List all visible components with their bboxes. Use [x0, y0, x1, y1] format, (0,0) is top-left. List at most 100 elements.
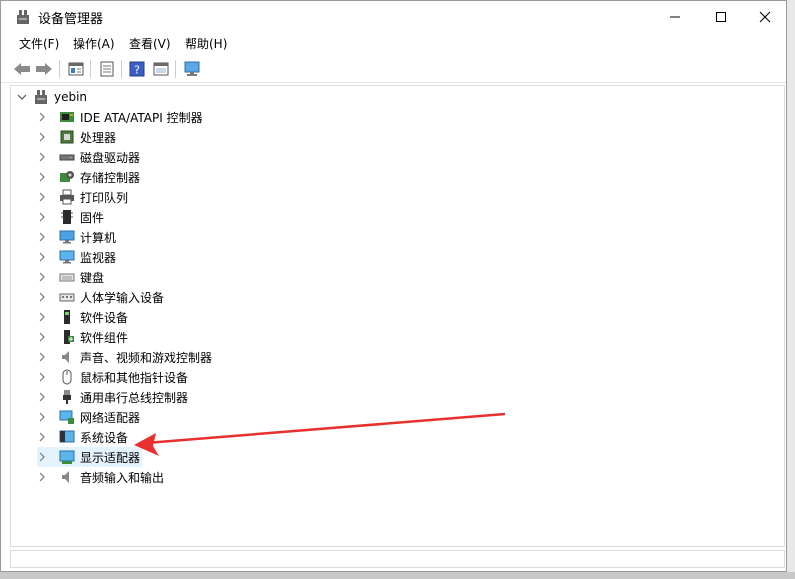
tree-root-label: yebin — [54, 90, 88, 104]
tree-root-node[interactable]: yebin — [17, 87, 87, 107]
tree-item-label: 处理器 — [80, 130, 117, 145]
mouse-icon — [59, 369, 75, 385]
tree-item[interactable]: 声音、视频和游戏控制器 — [37, 347, 212, 367]
expand-chevron-icon[interactable] — [37, 412, 47, 422]
tree-item[interactable]: 系统设备 — [37, 427, 128, 447]
expand-chevron-icon[interactable] — [37, 132, 47, 142]
tree-item[interactable]: 通用串行总线控制器 — [37, 387, 188, 407]
menu-help[interactable]: 帮助(H) — [185, 35, 227, 52]
system-device-icon — [59, 429, 75, 445]
update-icon[interactable] — [97, 59, 117, 79]
hid-icon — [59, 289, 75, 305]
menu-bar: 文件(F) 操作(A) 查看(V) 帮助(H) — [1, 32, 786, 54]
usb-icon — [59, 389, 75, 405]
tree-item[interactable]: 人体学输入设备 — [37, 287, 164, 307]
expand-chevron-icon[interactable] — [37, 172, 47, 182]
expand-chevron-icon[interactable] — [37, 312, 47, 322]
expand-chevron-icon[interactable] — [37, 332, 47, 342]
tree-item-label: 键盘 — [80, 270, 105, 285]
monitor-icon — [59, 249, 75, 265]
tree-item[interactable]: 计算机 — [37, 227, 116, 247]
processor-icon — [59, 129, 75, 145]
expand-chevron-icon[interactable] — [37, 452, 47, 462]
maximize-button[interactable] — [698, 1, 744, 32]
expand-chevron-icon[interactable] — [37, 252, 47, 262]
tree-item-label: 计算机 — [80, 230, 117, 245]
toolbar-separator — [175, 60, 176, 78]
computer-root-icon — [33, 89, 49, 105]
expand-chevron-icon[interactable] — [37, 112, 47, 122]
computer-icon — [59, 229, 75, 245]
tree-item[interactable]: 键盘 — [37, 267, 104, 287]
tree-item[interactable]: 软件组件 — [37, 327, 128, 347]
menu-file[interactable]: 文件(F) — [19, 35, 59, 52]
tree-item-label: 软件组件 — [80, 330, 129, 345]
disk-drive-icon — [59, 149, 75, 165]
tree-item-label: 声音、视频和游戏控制器 — [80, 350, 213, 365]
tree-item-label: 显示适配器 — [80, 450, 141, 465]
toolbar-separator — [59, 60, 60, 78]
toolbar-separator — [90, 60, 91, 78]
tree-item[interactable]: 软件设备 — [37, 307, 128, 327]
tree-item-label: 存储控制器 — [80, 170, 141, 185]
back-arrow-icon[interactable] — [12, 59, 32, 79]
tree-item[interactable]: 打印队列 — [37, 187, 128, 207]
tree-item-label: IDE ATA/ATAPI 控制器 — [80, 110, 203, 125]
device-manager-window: 设备管理器 文件(F) 操作(A) 查看(V) 帮助(H) ? yebin ID… — [0, 0, 787, 572]
tree-item[interactable]: 固件 — [37, 207, 104, 227]
tree-item[interactable]: 监视器 — [37, 247, 116, 267]
title-bar[interactable]: 设备管理器 — [1, 1, 786, 32]
svg-text:?: ? — [134, 64, 140, 77]
tree-item[interactable]: 音频输入和输出 — [37, 467, 164, 487]
tree-item-label: 磁盘驱动器 — [80, 150, 141, 165]
software-component-icon — [59, 329, 75, 345]
minimize-button[interactable] — [652, 1, 698, 32]
printer-icon — [59, 189, 75, 205]
tree-item[interactable]: 处理器 — [37, 127, 116, 147]
menu-action[interactable]: 操作(A) — [73, 35, 115, 52]
speaker-icon — [59, 349, 75, 365]
expand-chevron-icon[interactable] — [37, 352, 47, 362]
tree-item-label: 打印队列 — [80, 190, 129, 205]
monitor-icon[interactable] — [182, 59, 202, 79]
expand-chevron-icon[interactable] — [37, 372, 47, 382]
tree-item[interactable]: IDE ATA/ATAPI 控制器 — [37, 107, 203, 127]
window-title: 设备管理器 — [38, 12, 104, 27]
tree-item-label: 固件 — [80, 210, 105, 225]
expand-chevron-icon[interactable] — [37, 432, 47, 442]
tree-item[interactable]: 存储控制器 — [37, 167, 140, 187]
toolbar-separator — [121, 60, 122, 78]
tree-item-label: 监视器 — [80, 250, 117, 265]
expand-chevron-icon[interactable] — [37, 192, 47, 202]
taskbar-edge — [0, 572, 795, 579]
device-tree[interactable]: yebin IDE ATA/ATAPI 控制器 处理器磁盘驱动器存储控制器打印队列… — [10, 85, 785, 547]
forward-arrow-icon[interactable] — [34, 59, 54, 79]
display-adapter-icon — [59, 449, 75, 465]
properties-icon[interactable] — [66, 59, 86, 79]
tree-item-label: 人体学输入设备 — [80, 290, 165, 305]
software-device-icon — [59, 309, 75, 325]
tree-item-label: 鼠标和其他指针设备 — [80, 370, 189, 385]
tree-item[interactable]: 鼠标和其他指针设备 — [37, 367, 188, 387]
tree-item[interactable]: 网络适配器 — [37, 407, 140, 427]
expand-chevron-icon[interactable] — [37, 392, 47, 402]
close-button[interactable] — [742, 1, 788, 32]
show-hidden-icon[interactable] — [151, 59, 171, 79]
device-manager-icon — [15, 9, 31, 25]
tree-item[interactable]: 磁盘驱动器 — [37, 147, 140, 167]
tree-item-label: 通用串行总线控制器 — [80, 390, 189, 405]
collapse-chevron-icon[interactable] — [17, 92, 27, 102]
tree-item[interactable]: 显示适配器 — [37, 447, 143, 467]
expand-chevron-icon[interactable] — [37, 152, 47, 162]
expand-chevron-icon[interactable] — [37, 232, 47, 242]
expand-chevron-icon[interactable] — [37, 292, 47, 302]
network-adapter-icon — [59, 409, 75, 425]
help-icon[interactable]: ? — [127, 59, 147, 79]
expand-chevron-icon[interactable] — [37, 472, 47, 482]
toolbar: ? — [1, 56, 786, 83]
expand-chevron-icon[interactable] — [37, 272, 47, 282]
tree-item-label: 音频输入和输出 — [80, 470, 165, 485]
expand-chevron-icon[interactable] — [37, 212, 47, 222]
storage-controller-icon — [59, 169, 75, 185]
menu-view[interactable]: 查看(V) — [129, 35, 171, 52]
